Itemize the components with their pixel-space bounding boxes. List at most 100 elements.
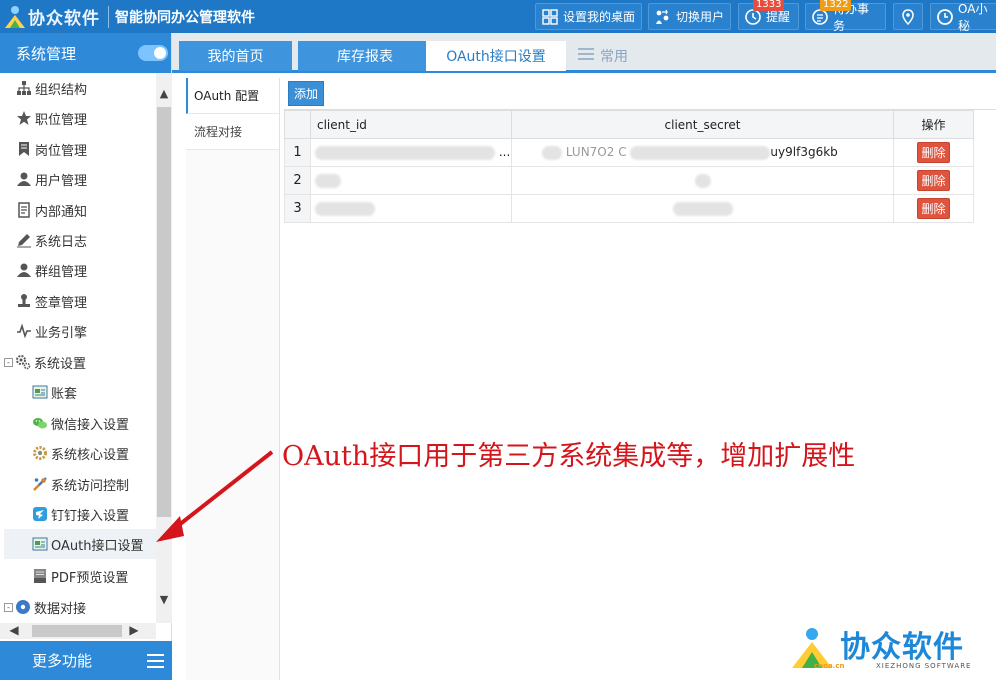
set-desktop-button[interactable]: 设置我的桌面 (535, 3, 643, 30)
sidebar-item-label: 岗位管理 (35, 143, 88, 159)
sidebar-item-data-docking[interactable]: - 数据对接 (4, 592, 86, 622)
row-number-header (284, 110, 311, 139)
sidebar-item-stamp[interactable]: 签章管理 (16, 286, 87, 316)
scroll-down-icon[interactable]: ▼ (156, 593, 172, 609)
client-secret-cell (511, 166, 894, 195)
todo-button[interactable]: 1322 待办事务 (805, 0, 886, 33)
action-cell: 删除 (893, 138, 974, 167)
collapse-toggle[interactable]: - (4, 357, 13, 367)
sidebar-item-label: 组织结构 (35, 82, 88, 98)
switch-user-button[interactable]: 切换用户 (648, 3, 732, 30)
scroll-left-icon[interactable]: ◀ (6, 623, 22, 639)
scroll-thumb[interactable] (32, 625, 122, 637)
sidebar-tree: 组织结构 职位管理 岗位管理 用户管理 内部通知 系统日志 群组管理 签章管理 (0, 73, 156, 623)
action-cell: 删除 (893, 166, 974, 195)
sidebar-toggle[interactable] (138, 45, 168, 61)
sidebar-horizontal-scrollbar[interactable]: ◀ ▶ (0, 623, 156, 639)
sidebar-item-label: OAuth接口设置 (51, 538, 144, 554)
menu-icon[interactable] (147, 654, 164, 668)
tab-home[interactable]: 我的首页 (179, 41, 292, 71)
row-number: 1 (284, 138, 311, 167)
sidebar-item-org[interactable]: 组织结构 (16, 73, 87, 103)
scroll-up-icon[interactable]: ▲ (156, 87, 172, 103)
remind-button[interactable]: 1333 提醒 (738, 0, 799, 30)
subnav-label: OAuth 配置 (194, 89, 260, 103)
column-header-client-id[interactable]: client_id (310, 110, 512, 139)
sidebar-item-groups[interactable]: 群组管理 (16, 255, 87, 285)
add-button[interactable]: 添加 (288, 81, 325, 106)
title-divider (108, 6, 109, 28)
sidebar-item-core[interactable]: 系统核心设置 (32, 438, 129, 468)
grid-header-row: client_id client_secret 操作 (284, 110, 974, 139)
sub-nav: OAuth 配置 流程对接 (186, 78, 280, 680)
table-row[interactable]: 3 删除 (284, 194, 974, 223)
delete-button[interactable]: 删除 (917, 142, 950, 163)
scroll-right-icon[interactable]: ▶ (126, 623, 142, 639)
more-functions-label: 更多功能 (32, 652, 93, 670)
tab-oauth-settings[interactable]: OAuth接口设置 (426, 41, 566, 71)
tab-common[interactable]: 常用 (568, 41, 638, 71)
sidebar-item-position[interactable]: 职位管理 (16, 103, 87, 133)
sidebar-item-post[interactable]: 岗位管理 (16, 134, 87, 164)
pencil-icon (16, 232, 32, 248)
sidebar-item-users[interactable]: 用户管理 (16, 164, 87, 194)
sidebar-item-system-settings[interactable]: - 系统设置 (4, 347, 86, 377)
clock-icon (937, 8, 953, 25)
sidebar-item-ledger[interactable]: 账套 (32, 377, 77, 407)
document-icon (16, 202, 32, 218)
dingtalk-icon (32, 506, 48, 522)
pdf-icon (32, 568, 48, 584)
oa-assistant-label: OA小秘 (958, 1, 988, 33)
collapse-toggle[interactable]: - (4, 602, 13, 612)
client-id-cell: ... (310, 138, 512, 167)
sidebar-item-label: 内部通知 (35, 204, 88, 220)
tab-bar: 我的首页 库存报表 OAuth接口设置 常用 (172, 33, 996, 73)
delete-button[interactable]: 删除 (917, 198, 950, 219)
table-row[interactable]: 1 ... LUN7O2 C uy9lf3g6kb 删除 (284, 138, 974, 167)
column-header-actions: 操作 (893, 110, 974, 139)
sidebar-item-label: 系统设置 (34, 356, 87, 372)
org-tree-icon (16, 80, 32, 96)
redacted-value (542, 145, 562, 160)
top-bar: 协众软件 智能协同办公管理软件 设置我的桌面 切换用户 1333 提醒 1322… (0, 0, 996, 33)
sidebar-item-syslog[interactable]: 系统日志 (16, 225, 87, 255)
oa-assistant-button[interactable]: OA小秘 (930, 2, 996, 33)
redacted-value (315, 145, 495, 160)
sidebar-item-engine[interactable]: 业务引擎 (16, 316, 87, 346)
subnav-oauth-config[interactable]: OAuth 配置 (186, 78, 279, 114)
sidebar-item-label: 系统访问控制 (51, 478, 130, 494)
subnav-process-docking[interactable]: 流程对接 (186, 114, 279, 150)
sidebar-item-label: 微信接入设置 (51, 417, 130, 433)
watermark-domain: cnoa.cn (814, 662, 845, 670)
client-id-tail: ... (498, 145, 511, 160)
redacted-value (315, 201, 375, 216)
sidebar-item-label: PDF预览设置 (51, 570, 129, 586)
main-content: OAuth 配置 流程对接 添加 client_id client_secret… (172, 73, 996, 680)
sidebar-item-oauth[interactable]: OAuth接口设置 (4, 529, 156, 559)
tab-label: OAuth接口设置 (446, 49, 546, 65)
sidebar-item-label: 系统核心设置 (51, 447, 130, 463)
sidebar-header: 系统管理 (0, 33, 171, 73)
delete-button[interactable]: 删除 (917, 170, 950, 191)
client-secret-cell: LUN7O2 C uy9lf3g6kb (511, 138, 894, 167)
sidebar-item-notice[interactable]: 内部通知 (16, 195, 87, 225)
sidebar-item-dingtalk[interactable]: 钉钉接入设置 (32, 499, 129, 529)
tools-icon (32, 476, 48, 492)
column-header-client-secret[interactable]: client_secret (511, 110, 894, 139)
action-cell: 删除 (893, 194, 974, 223)
redacted-value (315, 173, 341, 188)
more-functions-bar[interactable]: 更多功能 (0, 641, 172, 680)
tab-inventory-report[interactable]: 库存报表 (298, 41, 432, 71)
wechat-icon (32, 415, 48, 431)
location-pin-icon (900, 8, 916, 25)
sidebar-item-access[interactable]: 系统访问控制 (32, 469, 129, 499)
table-row[interactable]: 2 删除 (284, 166, 974, 195)
user-icon (16, 171, 32, 187)
row-number: 3 (284, 194, 311, 223)
sidebar-item-pdf[interactable]: PDF预览设置 (32, 561, 128, 591)
list-icon (578, 48, 596, 64)
remind-count-badge: 1333 (753, 0, 785, 11)
location-button[interactable] (893, 3, 923, 30)
switch-user-icon (655, 9, 671, 25)
sidebar-item-wechat[interactable]: 微信接入设置 (32, 408, 129, 438)
